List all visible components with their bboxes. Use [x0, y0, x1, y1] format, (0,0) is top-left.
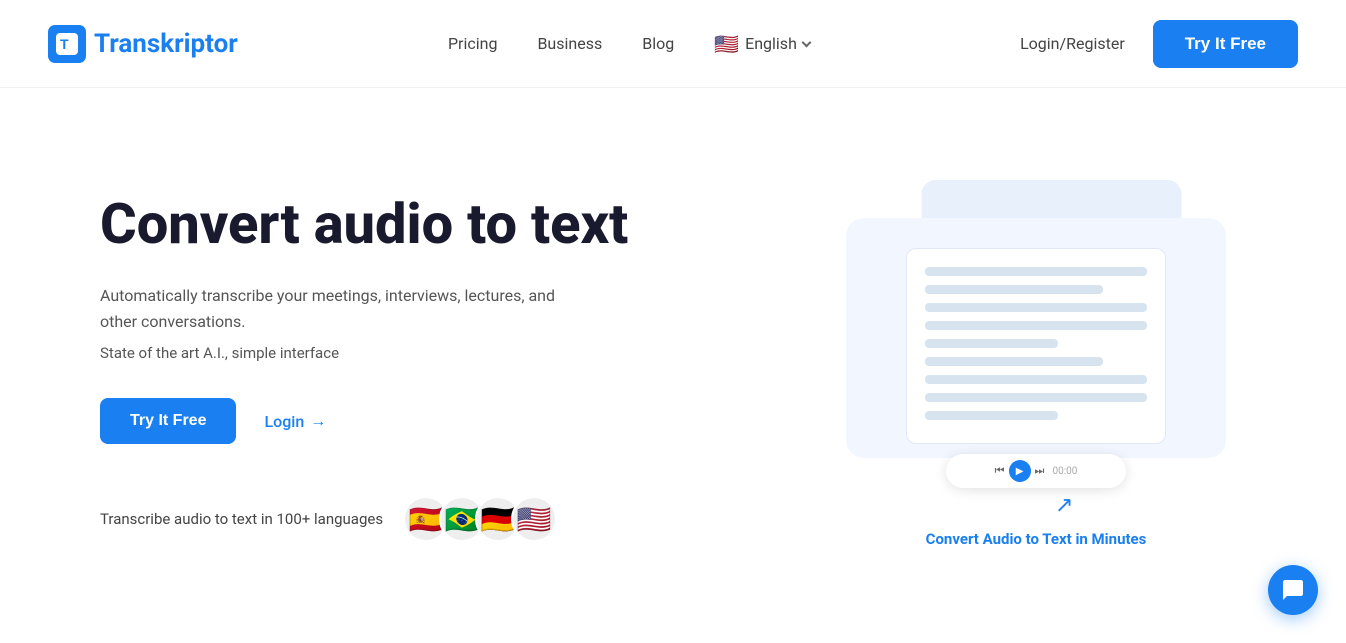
nav-links: Pricing Business Blog 🇺🇸 English — [448, 32, 810, 56]
doc-line — [925, 285, 1103, 294]
doc-line — [925, 357, 1103, 366]
time-label: 00:00 — [1052, 466, 1077, 477]
navbar: T Transkriptor Pricing Business Blog 🇺🇸 … — [0, 0, 1346, 88]
login-hero-link[interactable]: Login → — [264, 411, 326, 431]
flag-icons: 🇪🇸 🇧🇷 🇩🇪 🇺🇸 — [403, 496, 557, 542]
logo-text: Transkriptor — [94, 29, 238, 59]
doc-line — [925, 393, 1147, 402]
convert-label: Convert Audio to Text in Minutes — [926, 530, 1147, 548]
lang-label: English — [745, 34, 797, 53]
logo[interactable]: T Transkriptor — [48, 25, 238, 63]
doc-line — [925, 375, 1147, 384]
chat-support-button[interactable] — [1268, 565, 1318, 615]
languages-row: Transcribe audio to text in 100+ languag… — [100, 496, 628, 542]
doc-line — [925, 267, 1147, 276]
fast-forward-icon: ⏭ — [1035, 464, 1045, 478]
nav-link-business[interactable]: Business — [537, 34, 602, 53]
audio-controls: ⏮ ▶ ⏭ — [995, 460, 1045, 482]
doc-line — [925, 321, 1147, 330]
chat-icon — [1281, 578, 1305, 602]
svg-text:T: T — [60, 36, 69, 52]
login-label: Login — [264, 412, 304, 431]
nav-link-blog[interactable]: Blog — [642, 34, 674, 53]
doc-line — [925, 411, 1058, 420]
language-selector[interactable]: 🇺🇸 English — [714, 32, 810, 56]
illustration-background — [846, 218, 1226, 458]
nav-right: Login/Register Try It Free — [1020, 20, 1298, 68]
doc-line — [925, 339, 1058, 348]
hero-content: Convert audio to text Automatically tran… — [100, 194, 628, 543]
lang-support-text: Transcribe audio to text in 100+ languag… — [100, 510, 383, 528]
nav-link-pricing[interactable]: Pricing — [448, 34, 498, 53]
flag-american: 🇺🇸 — [511, 496, 557, 542]
lang-flag: 🇺🇸 — [714, 32, 739, 56]
hero-illustration: ⏮ ▶ ⏭ 00:00 ↗ Convert Audio to Text in M… — [846, 198, 1266, 538]
play-button[interactable]: ▶ — [1009, 460, 1031, 482]
cursor-icon: ↗ — [1055, 493, 1073, 518]
audio-player-bar[interactable]: ⏮ ▶ ⏭ 00:00 — [946, 454, 1126, 488]
chevron-down-icon — [801, 37, 811, 47]
hero-title: Convert audio to text — [100, 194, 628, 256]
document-card — [906, 248, 1166, 444]
doc-line — [925, 303, 1147, 312]
hero-sub-description: State of the art A.I., simple interface — [100, 344, 628, 362]
try-it-free-nav-button[interactable]: Try It Free — [1153, 20, 1298, 68]
try-it-free-hero-button[interactable]: Try It Free — [100, 398, 236, 444]
arrow-right-icon: → — [310, 411, 326, 431]
hero-description: Automatically transcribe your meetings, … — [100, 283, 580, 334]
hero-section: Convert audio to text Automatically tran… — [0, 88, 1346, 628]
login-register-link[interactable]: Login/Register — [1020, 34, 1125, 53]
hero-actions: Try It Free Login → — [100, 398, 628, 444]
rewind-icon: ⏮ — [995, 464, 1005, 478]
